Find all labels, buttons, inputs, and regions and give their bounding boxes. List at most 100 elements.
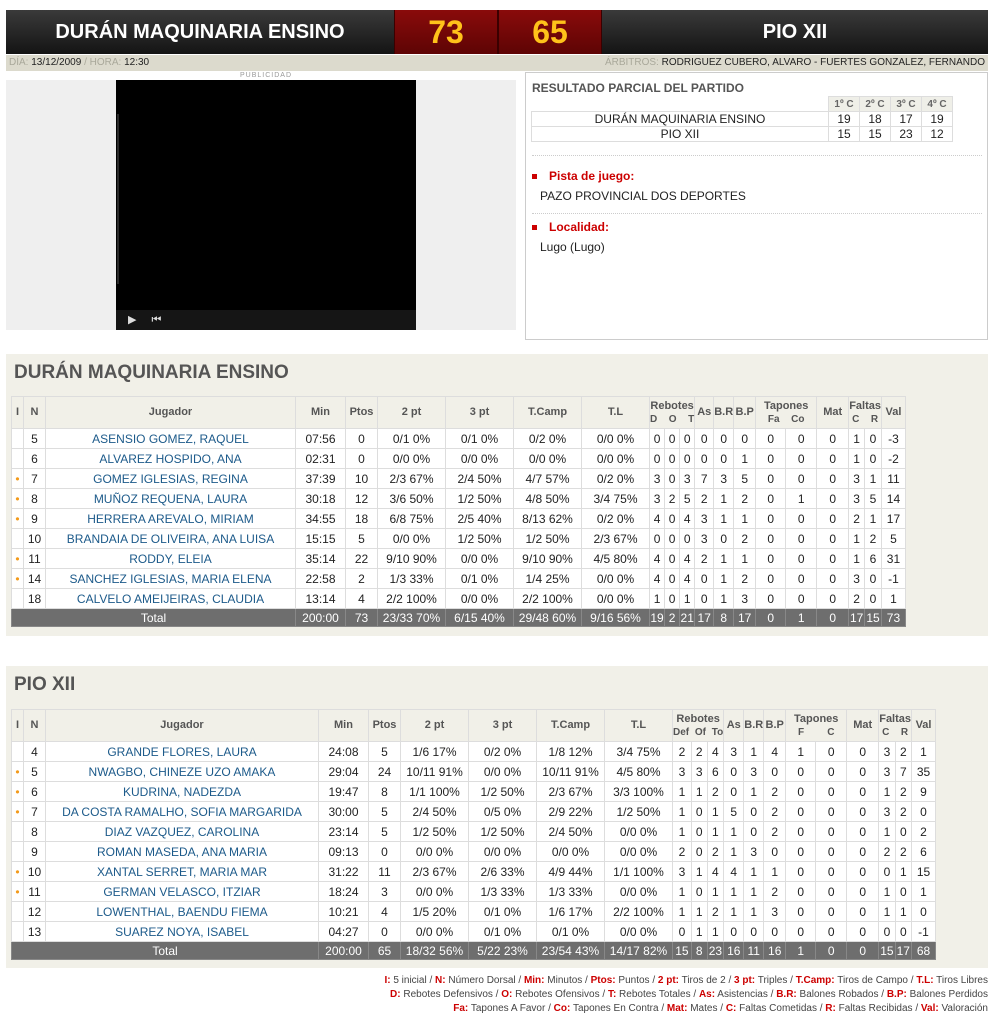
stat-cell: 9/10 90% <box>513 548 582 569</box>
player-name-link[interactable]: GERMAN VELASCO, ITZIAR <box>45 881 319 902</box>
stat-cell: 5 <box>23 428 46 449</box>
stat-cell: 4 <box>723 861 745 882</box>
stat-cell: 0 <box>815 821 848 842</box>
stat-cell: 4/5 80% <box>604 761 673 782</box>
starter-indicator <box>11 821 24 842</box>
stats-legend: I: 5 inicial / N: Número Dorsal / Min: M… <box>288 974 988 1016</box>
stat-cell: 0 <box>785 821 817 842</box>
player-name-link[interactable]: SUAREZ NOYA, ISABEL <box>45 921 319 942</box>
stat-cell: 0 <box>679 428 696 449</box>
player-name-link[interactable]: RODDY, ELEIA <box>45 548 296 569</box>
total-cell: 8 <box>690 941 708 960</box>
stat-cell: 0 <box>664 548 681 569</box>
stat-cell: 02:31 <box>295 448 346 469</box>
stat-cell: 2 <box>706 841 725 862</box>
player-name-link[interactable]: ASENSIO GOMEZ, RAQUEL <box>45 428 296 449</box>
player-name-link[interactable]: GRANDE FLORES, LAURA <box>45 741 319 762</box>
stat-cell: 2 <box>878 841 896 862</box>
stat-cell: 1 <box>763 861 787 882</box>
stat-cell: 0 <box>785 568 818 589</box>
player-name-link[interactable]: XANTAL SERRET, MARIA MAR <box>45 861 319 882</box>
player-name-link[interactable]: SANCHEZ IGLESIAS, MARIA ELENA <box>45 568 296 589</box>
player-name-link[interactable]: ALVAREZ HOSPIDO, ANA <box>45 448 296 469</box>
starter-indicator: • <box>11 781 24 802</box>
partial-result-title: RESULTADO PARCIAL DEL PARTIDO <box>532 81 745 95</box>
player-name-link[interactable]: LOWENTHAL, BAENDU FIEMA <box>45 901 319 922</box>
stat-cell: 4 <box>679 568 696 589</box>
stat-cell: 1 <box>733 508 757 529</box>
stat-cell: 3 <box>368 881 401 902</box>
stat-cell: 0 <box>815 741 848 762</box>
stat-cell: 3 <box>763 901 787 922</box>
player-name-link[interactable]: DIAZ VAZQUEZ, CAROLINA <box>45 821 319 842</box>
stat-cell: 1 <box>878 901 896 922</box>
stat-cell: 3 <box>679 468 696 489</box>
player-name-link[interactable]: DA COSTA RAMALHO, SOFIA MARGARIDA <box>45 801 319 822</box>
stat-cell: 0 <box>785 468 818 489</box>
stat-cell: 0 <box>785 761 817 782</box>
stat-cell: 19:47 <box>318 781 369 802</box>
skip-back-icon[interactable]: ⏮ <box>152 314 162 326</box>
total-cell: 5/22 23% <box>468 941 537 960</box>
stat-cell: 0 <box>846 841 880 862</box>
player-name-link[interactable]: KUDRINA, NADEZDA <box>45 781 319 802</box>
stat-cell: 2/9 22% <box>536 801 605 822</box>
stat-cell: 0/2 0% <box>513 428 582 449</box>
column-header: Rebotes Def Of To <box>671 709 725 742</box>
stat-cell: 29:04 <box>318 761 369 782</box>
stat-cell: 1 <box>894 901 913 922</box>
stat-cell: 0 <box>664 428 681 449</box>
stat-cell: 0 <box>743 821 765 842</box>
stat-cell: 0/2 0% <box>468 741 537 762</box>
column-header: Val <box>880 396 906 429</box>
locality-label: Localidad: <box>532 220 609 234</box>
player-name-link[interactable]: NWAGBO, CHINEZE UZO AMAKA <box>45 761 319 782</box>
stat-cell: 0 <box>846 781 880 802</box>
stat-cell: 1 <box>713 588 735 609</box>
player-name-link[interactable]: MUÑOZ REQUENA, LAURA <box>45 488 296 509</box>
stat-cell: 11 <box>23 548 46 569</box>
away-team-name: PIO XII <box>762 20 828 43</box>
legend-line: D: Rebotes Defensivos / O: Rebotes Ofens… <box>390 989 988 1000</box>
stat-cell: 9 <box>23 841 46 862</box>
player-row: • 9 HERRERA AREVALO, MIRIAM 34:55 18 6/8 75% 2… <box>11 508 906 529</box>
column-header: I <box>11 709 24 742</box>
stat-cell: 10 <box>345 468 378 489</box>
play-icon[interactable]: ▶ <box>128 314 136 326</box>
player-row: • 7 DA COSTA RAMALHO, SOFIA MARGARIDA 30:00… <box>11 801 937 822</box>
player-name-link[interactable]: CALVELO AMEIJEIRAS, CLAUDIA <box>45 588 296 609</box>
stat-cell: 2 <box>894 741 913 762</box>
stat-cell: 07:56 <box>295 428 346 449</box>
stat-cell: 15:15 <box>295 528 346 549</box>
stat-cell: 3 <box>723 741 745 762</box>
stat-cell: 3 <box>743 761 765 782</box>
stat-cell: 1 <box>706 921 725 942</box>
starter-indicator: • <box>11 801 24 822</box>
player-name-link[interactable]: HERRERA AREVALO, MIRIAM <box>45 508 296 529</box>
stat-cell: 2 <box>911 821 937 842</box>
stat-cell: 0 <box>878 861 896 882</box>
stat-cell: 6 <box>706 761 725 782</box>
stat-cell: 2/3 67% <box>581 528 650 549</box>
player-row: 9 ROMAN MASEDA, ANA MARIA 09:13 0 0/0 0% 0/0 … <box>11 841 937 862</box>
stat-cell: 3 <box>848 488 866 509</box>
stat-cell: 5 <box>679 488 696 509</box>
total-cell: 0 <box>755 608 787 627</box>
stat-cell: 0 <box>785 588 818 609</box>
column-header: Val <box>911 709 937 742</box>
total-cell: 17 <box>848 608 866 627</box>
player-name-link[interactable]: BRANDAIA DE OLIVEIRA, ANA LUISA <box>45 528 296 549</box>
column-header: Faltas C R <box>848 396 882 429</box>
stat-cell: 1 <box>723 881 745 902</box>
stat-cell: 0 <box>755 588 787 609</box>
stat-cell: 8 <box>23 821 46 842</box>
player-name-link[interactable]: ROMAN MASEDA, ANA MARIA <box>45 841 319 862</box>
away-score: 65 <box>498 10 602 54</box>
stat-cell: 2 <box>694 548 715 569</box>
stat-cell: 12 <box>23 901 46 922</box>
player-name-link[interactable]: GOMEZ IGLESIAS, REGINA <box>45 468 296 489</box>
stat-cell: 1/3 33% <box>468 881 537 902</box>
total-cell: 200:00 <box>318 941 369 960</box>
video-player[interactable]: ▶ ⏮ <box>116 80 416 330</box>
stat-cell: 0 <box>755 568 787 589</box>
